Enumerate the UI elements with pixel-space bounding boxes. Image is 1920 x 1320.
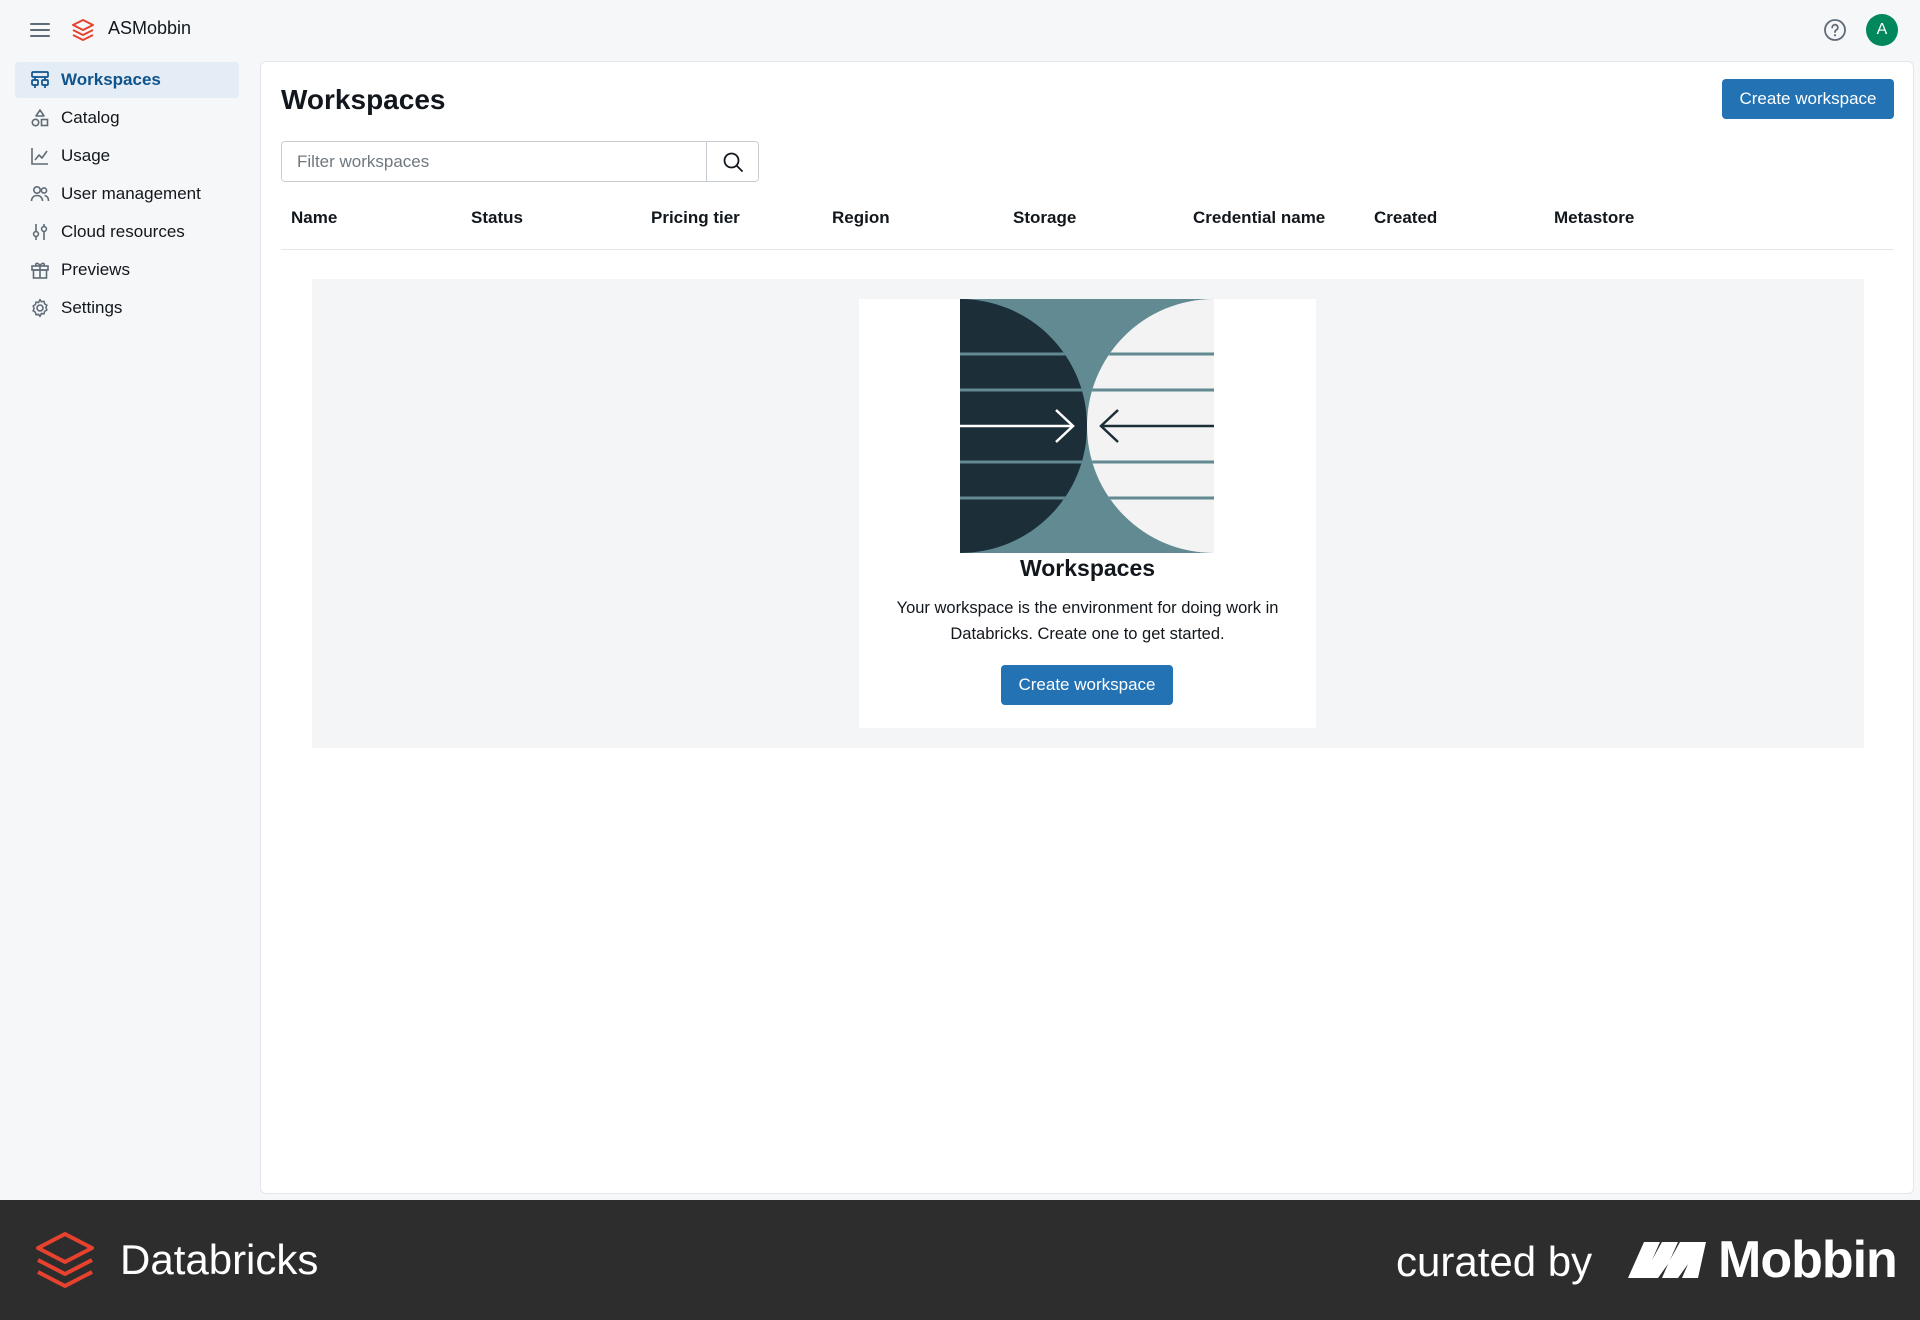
gift-icon: [29, 259, 51, 281]
users-icon: [29, 183, 51, 205]
sidebar-item-label: Catalog: [61, 108, 120, 127]
gear-icon: [29, 297, 51, 319]
column-header-credential-name[interactable]: Credential name: [1193, 208, 1325, 228]
user-avatar[interactable]: A: [1866, 14, 1898, 46]
empty-state-card: Workspaces Your workspace is the environ…: [859, 299, 1316, 728]
column-header-status[interactable]: Status: [471, 208, 523, 228]
sidebar-item-label: Usage: [61, 146, 111, 165]
empty-state-area: Workspaces Your workspace is the environ…: [312, 279, 1864, 748]
workspaces-illustration: [960, 299, 1214, 553]
column-header-created[interactable]: Created: [1374, 208, 1437, 228]
sidebar-item-settings[interactable]: Settings: [15, 290, 239, 326]
column-header-name[interactable]: Name: [291, 208, 337, 228]
hamburger-menu-icon[interactable]: [28, 18, 52, 42]
sidebar-item-label: Workspaces: [61, 70, 161, 89]
sidebar-item-label: User management: [61, 184, 201, 203]
workspaces-icon: [29, 69, 51, 91]
sidebar-item-previews[interactable]: Previews: [15, 252, 239, 288]
sidebar-item-label: Cloud resources: [61, 222, 185, 241]
footer-brand-name: Databricks: [120, 1236, 319, 1283]
databricks-logo-icon[interactable]: [70, 17, 96, 43]
sidebar-item-usage[interactable]: Usage: [15, 138, 239, 174]
column-header-region[interactable]: Region: [832, 208, 890, 228]
catalog-icon: [29, 107, 51, 129]
sidebar-item-label: Settings: [61, 298, 123, 317]
databricks-footer-logo-icon: [36, 1232, 94, 1288]
empty-state-title: Workspaces: [1019, 555, 1156, 581]
sidebar: Workspaces Catalog Usage User management…: [0, 60, 260, 1200]
sidebar-item-user-management[interactable]: User management: [15, 176, 239, 212]
column-header-storage[interactable]: Storage: [1013, 208, 1076, 228]
empty-state-create-workspace-button[interactable]: Create workspace: [1001, 665, 1173, 705]
footer-banner: Databricks curated by Mobbin: [0, 1200, 1920, 1320]
mobbin-logo-icon: [1628, 1242, 1706, 1278]
search-icon: [723, 152, 743, 172]
create-workspace-button[interactable]: Create workspace: [1722, 79, 1894, 119]
sidebar-item-label: Previews: [61, 260, 130, 279]
sidebar-item-cloud-resources[interactable]: Cloud resources: [15, 214, 239, 250]
sidebar-item-workspaces[interactable]: Workspaces: [15, 62, 239, 98]
column-header-pricing-tier[interactable]: Pricing tier: [651, 208, 740, 228]
page-title: Workspaces: [281, 84, 446, 115]
empty-state-description: Your workspace is the environment for do…: [896, 599, 1279, 643]
main-panel: Workspaces Create workspace Name Status …: [260, 61, 1914, 1194]
usage-chart-icon: [29, 145, 51, 167]
search-button[interactable]: [706, 142, 758, 181]
table-header: Name Status Pricing tier Region Storage …: [281, 208, 1894, 250]
filter-box: [281, 141, 759, 182]
curated-by-text: curated by: [1396, 1238, 1593, 1285]
sliders-icon: [29, 221, 51, 243]
sidebar-item-catalog[interactable]: Catalog: [15, 100, 239, 136]
filter-workspaces-input[interactable]: [282, 142, 706, 181]
help-icon[interactable]: [1822, 17, 1848, 43]
top-bar: ASMobbin A: [0, 0, 1920, 60]
mobbin-wordmark: Mobbin: [1718, 1231, 1898, 1289]
column-header-metastore[interactable]: Metastore: [1554, 208, 1634, 228]
account-name[interactable]: ASMobbin: [108, 18, 191, 39]
